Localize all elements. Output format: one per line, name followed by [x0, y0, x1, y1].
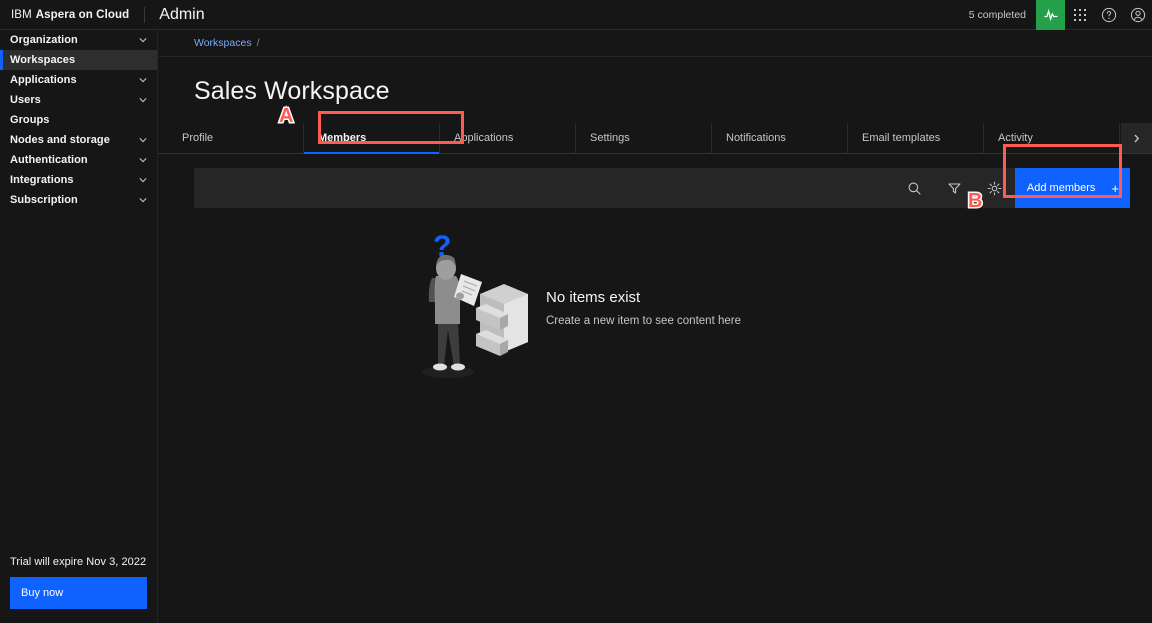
activity-pulse-icon[interactable]: [1036, 0, 1065, 30]
sidebar-item-label: Workspaces: [10, 54, 76, 66]
tab-notifications[interactable]: Notifications: [712, 123, 848, 153]
tab-members[interactable]: Members: [304, 123, 440, 154]
chevron-down-icon[interactable]: [138, 75, 148, 85]
sidebar-nav-list: Organization Workspaces Applications Users G…: [0, 30, 157, 210]
tab-label: Notifications: [726, 132, 786, 144]
add-members-label: Add members: [1026, 182, 1096, 194]
brand[interactable]: IBM Aspera on Cloud: [0, 0, 129, 30]
brand-product-label: Aspera on Cloud: [35, 8, 130, 21]
trial-expiry-text: Trial will expire Nov 3, 2022: [10, 556, 147, 568]
header-actions: 5 completed: [969, 0, 1152, 30]
user-account-icon[interactable]: [1123, 0, 1152, 30]
tab-label: Email templates: [862, 132, 941, 144]
sidebar-item-label: Applications: [10, 74, 77, 86]
trial-section: Trial will expire Nov 3, 2022 Buy now: [0, 556, 158, 623]
sidebar-item-label: Integrations: [10, 174, 74, 186]
sidebar-item-users[interactable]: Users: [0, 90, 157, 110]
empty-state-illustration: ?: [408, 226, 528, 391]
table-toolbar: Add members +: [194, 168, 1130, 208]
chevron-down-icon[interactable]: [138, 35, 148, 45]
tab-activity[interactable]: Activity: [984, 123, 1120, 153]
top-header: IBM Aspera on Cloud Admin 5 completed: [0, 0, 1152, 30]
sidebar-item-groups[interactable]: Groups: [0, 110, 157, 130]
sidebar-item-applications[interactable]: Applications: [0, 70, 157, 90]
empty-state-subtitle: Create a new item to see content here: [546, 315, 741, 327]
sidebar-item-label: Nodes and storage: [10, 134, 110, 146]
brand-ibm-label: IBM: [11, 8, 32, 21]
sidebar-item-label: Authentication: [10, 154, 88, 166]
sidebar: Organization Workspaces Applications Users G…: [0, 30, 158, 623]
search-icon[interactable]: [895, 168, 935, 208]
sidebar-item-authentication[interactable]: Authentication: [0, 150, 157, 170]
tab-applications[interactable]: Applications: [440, 123, 576, 153]
chevron-right-icon[interactable]: [1121, 123, 1152, 153]
breadcrumb: Workspaces /: [158, 30, 1152, 57]
tab-profile[interactable]: Profile: [168, 123, 304, 153]
chevron-down-icon[interactable]: [138, 195, 148, 205]
tab-bar: Profile Members Applications Settings Notifi…: [158, 123, 1152, 154]
sidebar-item-label: Users: [10, 94, 41, 106]
empty-state: ? No items exist Create a new item to se…: [158, 218, 1152, 398]
sidebar-item-label: Organization: [10, 34, 78, 46]
tab-label: Profile: [182, 132, 214, 144]
sidebar-item-nodes-and-storage[interactable]: Nodes and storage: [0, 130, 157, 150]
chevron-down-icon[interactable]: [138, 95, 148, 105]
main-content: Workspaces / Sales Workspace Profile Memb…: [158, 30, 1152, 623]
admin-link[interactable]: Admin: [159, 6, 204, 24]
chevron-down-icon[interactable]: [138, 155, 148, 165]
tab-list: Profile Members Applications Settings Notifi…: [168, 123, 1120, 154]
filter-funnel-icon[interactable]: [935, 168, 975, 208]
chevron-down-icon[interactable]: [138, 175, 148, 185]
buy-now-button[interactable]: Buy now: [10, 577, 147, 609]
header-divider: [144, 6, 146, 23]
tab-label: Applications: [454, 132, 514, 144]
breadcrumb-separator: /: [256, 37, 260, 49]
tab-email-templates[interactable]: Email templates: [848, 123, 984, 153]
breadcrumb-workspaces-link[interactable]: Workspaces: [194, 37, 252, 49]
empty-state-text: No items exist Create a new item to see …: [546, 289, 741, 327]
tab-settings[interactable]: Settings: [576, 123, 712, 153]
tab-label: Activity: [998, 132, 1033, 144]
sidebar-item-label: Groups: [10, 114, 50, 126]
gear-icon[interactable]: [975, 168, 1015, 208]
plus-icon: +: [1111, 180, 1119, 196]
sidebar-item-organization[interactable]: Organization: [0, 30, 157, 50]
sidebar-item-workspaces[interactable]: Workspaces: [0, 50, 157, 70]
sidebar-item-label: Subscription: [10, 194, 78, 206]
completed-status: 5 completed: [968, 9, 1026, 21]
sidebar-item-integrations[interactable]: Integrations: [0, 170, 157, 190]
chevron-down-icon[interactable]: [138, 135, 148, 145]
tab-label: Members: [318, 132, 367, 144]
tab-label: Settings: [590, 132, 630, 144]
sidebar-item-subscription[interactable]: Subscription: [0, 190, 157, 210]
add-members-button[interactable]: Add members +: [1014, 168, 1130, 208]
help-circle-icon[interactable]: [1094, 0, 1123, 30]
page-title: Sales Workspace: [194, 77, 390, 105]
app-switcher-grid-icon[interactable]: [1065, 0, 1094, 30]
empty-state-title: No items exist: [546, 289, 641, 306]
